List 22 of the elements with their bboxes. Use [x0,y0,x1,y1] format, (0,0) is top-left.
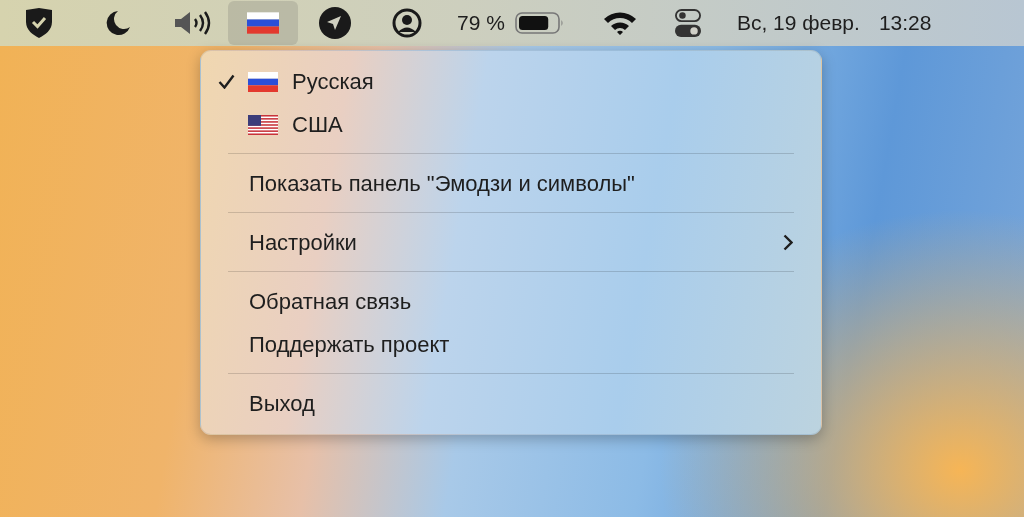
menu-item[interactable]: Показать панель "Эмодзи и символы" [201,162,821,205]
moon-icon[interactable] [105,10,131,36]
russian-flag-icon [247,12,279,34]
chevron-right-icon [783,234,793,251]
menu-item[interactable]: Поддержать проект [201,323,821,366]
language-menu-item[interactable]: Русская [201,60,821,103]
shield-check-icon[interactable] [24,7,54,39]
us-flag-icon [248,114,278,135]
menu-bar-time[interactable]: 13:28 [878,11,932,35]
battery-percentage: 79 % [457,11,505,35]
paper-plane-icon[interactable] [319,7,351,39]
submenu-item[interactable]: Настройки [201,221,821,264]
menu-bar-date[interactable]: Вс, 19 февр. [736,11,860,35]
wifi-icon[interactable] [602,10,637,36]
input-source-button[interactable] [228,1,298,45]
speaker-icon[interactable] [173,10,213,36]
language-menu-item[interactable]: США [201,103,821,146]
user-circle-icon[interactable] [392,8,422,38]
control-center-icon[interactable] [674,7,701,39]
russian-flag-icon [248,71,278,92]
menu-item[interactable]: Выход [201,382,821,425]
menu-item[interactable]: Обратная связь [201,280,821,323]
